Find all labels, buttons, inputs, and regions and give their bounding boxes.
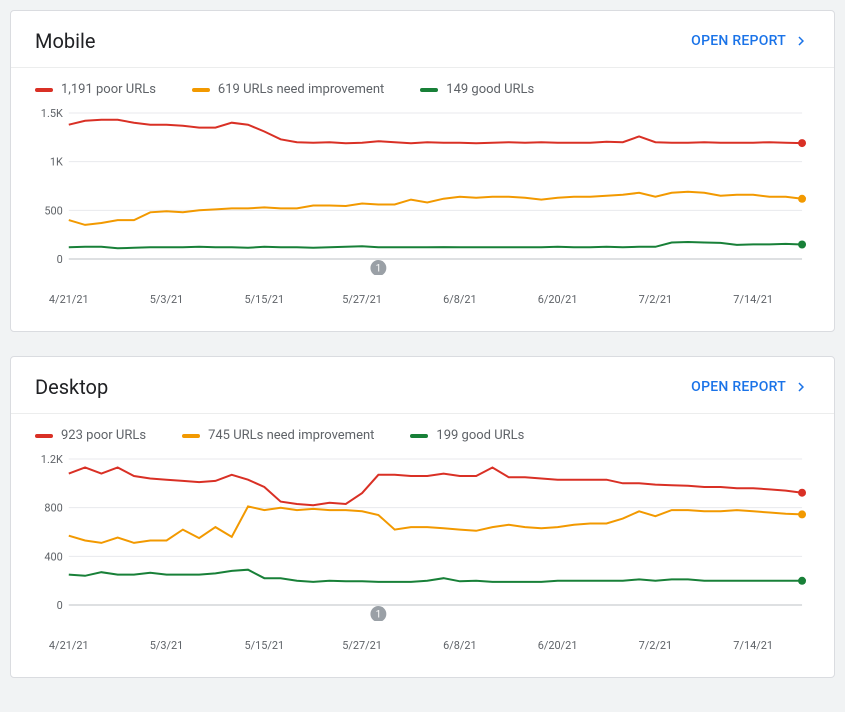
- svg-text:5/15/21: 5/15/21: [244, 293, 284, 306]
- desktop-legend: 923 poor URLs 745 URLs need improvement …: [11, 414, 834, 451]
- mobile-title: Mobile: [35, 29, 95, 53]
- svg-text:800: 800: [44, 502, 62, 515]
- svg-text:5/27/21: 5/27/21: [342, 639, 382, 652]
- svg-text:1K: 1K: [50, 156, 63, 169]
- open-report-desktop[interactable]: OPEN REPORT: [691, 378, 810, 396]
- legend-poor: 923 poor URLs: [35, 428, 146, 443]
- svg-text:7/14/21: 7/14/21: [733, 293, 773, 306]
- svg-text:1: 1: [376, 263, 382, 274]
- svg-text:0: 0: [57, 599, 63, 612]
- svg-text:4/21/21: 4/21/21: [49, 293, 89, 306]
- mobile-xaxis: 4/21/21 5/3/21 5/15/21 5/27/21 6/8/21 6/20/21…: [11, 287, 834, 331]
- svg-text:5/15/21: 5/15/21: [244, 639, 284, 652]
- desktop-title: Desktop: [35, 375, 108, 399]
- open-report-mobile[interactable]: OPEN REPORT: [691, 32, 810, 50]
- svg-text:6/8/21: 6/8/21: [443, 639, 477, 652]
- legend-good: 199 good URLs: [410, 428, 524, 443]
- open-report-label: OPEN REPORT: [691, 379, 786, 395]
- svg-text:7/14/21: 7/14/21: [733, 639, 773, 652]
- svg-text:400: 400: [44, 550, 62, 563]
- mobile-card: Mobile OPEN REPORT 1,191 poor URLs 619 U…: [10, 10, 835, 332]
- svg-text:6/20/21: 6/20/21: [538, 639, 578, 652]
- legend-needs: 745 URLs need improvement: [182, 428, 374, 443]
- svg-text:4/21/21: 4/21/21: [49, 639, 89, 652]
- svg-text:0: 0: [57, 253, 63, 266]
- legend-needs: 619 URLs need improvement: [192, 82, 384, 97]
- svg-text:5/3/21: 5/3/21: [150, 639, 184, 652]
- desktop-chart: 0 400 800 1.2K 1: [11, 451, 834, 633]
- svg-text:6/20/21: 6/20/21: [538, 293, 578, 306]
- svg-text:7/2/21: 7/2/21: [639, 293, 673, 306]
- desktop-card: Desktop OPEN REPORT 923 poor URLs 745 UR…: [10, 356, 835, 678]
- svg-text:1: 1: [376, 609, 382, 620]
- svg-text:1.2K: 1.2K: [41, 453, 63, 466]
- chevron-right-icon: [792, 32, 810, 50]
- legend-good: 149 good URLs: [420, 82, 534, 97]
- svg-text:5/27/21: 5/27/21: [342, 293, 382, 306]
- mobile-legend: 1,191 poor URLs 619 URLs need improvemen…: [11, 68, 834, 105]
- open-report-label: OPEN REPORT: [691, 33, 786, 49]
- legend-poor: 1,191 poor URLs: [35, 82, 156, 97]
- mobile-chart: 0 500 1K 1.5K 1: [11, 105, 834, 287]
- svg-text:6/8/21: 6/8/21: [443, 293, 477, 306]
- chevron-right-icon: [792, 378, 810, 396]
- svg-text:7/2/21: 7/2/21: [639, 639, 673, 652]
- svg-text:1.5K: 1.5K: [41, 107, 63, 120]
- svg-text:5/3/21: 5/3/21: [150, 293, 184, 306]
- svg-text:500: 500: [44, 204, 62, 217]
- desktop-xaxis: 4/21/21 5/3/21 5/15/21 5/27/21 6/8/21 6/20/21…: [11, 633, 834, 677]
